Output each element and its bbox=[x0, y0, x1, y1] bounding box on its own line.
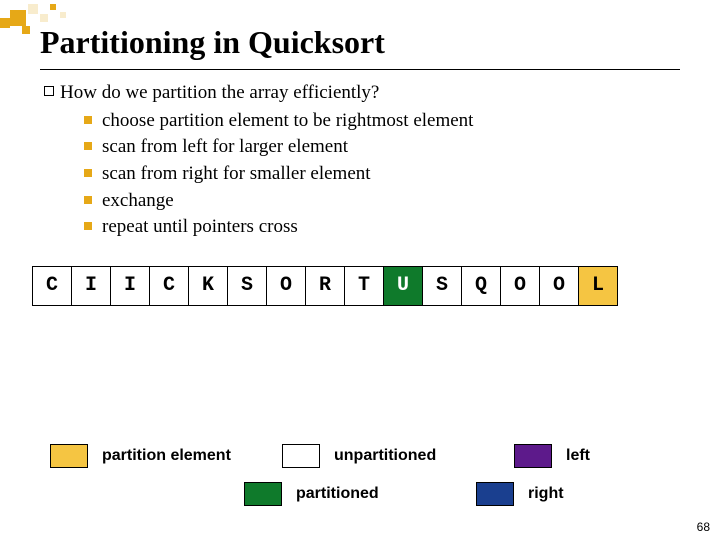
list-item: choose partition element to be rightmost… bbox=[84, 108, 680, 134]
list-item: exchange bbox=[84, 188, 680, 214]
legend-label: right bbox=[528, 485, 708, 503]
step-text: exchange bbox=[102, 188, 174, 214]
step-text: scan from left for larger element bbox=[102, 134, 348, 160]
array-cell: C bbox=[32, 266, 72, 306]
step-text: choose partition element to be rightmost… bbox=[102, 108, 473, 134]
array-cell: C bbox=[149, 266, 189, 306]
filled-square-bullet-icon bbox=[84, 196, 92, 204]
array-cell: Q bbox=[461, 266, 501, 306]
filled-square-bullet-icon bbox=[84, 116, 92, 124]
filled-square-bullet-icon bbox=[84, 222, 92, 230]
array-visualization: CIICKSORTUSQOOL bbox=[32, 266, 720, 306]
steps-list: choose partition element to be rightmost… bbox=[44, 108, 680, 240]
legend-label: partition element bbox=[102, 447, 282, 465]
array-cell: K bbox=[188, 266, 228, 306]
content-block: How do we partition the array efficientl… bbox=[0, 70, 720, 240]
page-number: 68 bbox=[697, 520, 710, 534]
list-item: repeat until pointers cross bbox=[84, 214, 680, 240]
array-cell: S bbox=[227, 266, 267, 306]
list-item: scan from left for larger element bbox=[84, 134, 680, 160]
array-cell: S bbox=[422, 266, 462, 306]
question-text: How do we partition the array efficientl… bbox=[60, 80, 379, 106]
array-cell: O bbox=[500, 266, 540, 306]
array-cell: L bbox=[578, 266, 618, 306]
swatch-unpartitioned bbox=[282, 444, 320, 468]
array-cell: I bbox=[71, 266, 111, 306]
legend-row: partitioned right bbox=[50, 482, 690, 506]
legend-label: partitioned bbox=[296, 485, 476, 503]
array-cell: T bbox=[344, 266, 384, 306]
swatch-partition-element bbox=[50, 444, 88, 468]
legend-row: partition element unpartitioned left bbox=[50, 444, 690, 468]
list-item: scan from right for smaller element bbox=[84, 161, 680, 187]
swatch-left bbox=[514, 444, 552, 468]
swatch-right bbox=[476, 482, 514, 506]
array-cell: I bbox=[110, 266, 150, 306]
array-cell: R bbox=[305, 266, 345, 306]
legend: partition element unpartitioned left par… bbox=[50, 444, 690, 520]
array-cell: O bbox=[266, 266, 306, 306]
step-text: scan from right for smaller element bbox=[102, 161, 371, 187]
legend-label: unpartitioned bbox=[334, 447, 514, 465]
filled-square-bullet-icon bbox=[84, 142, 92, 150]
step-text: repeat until pointers cross bbox=[102, 214, 298, 240]
hollow-square-bullet-icon bbox=[44, 86, 54, 96]
corner-decoration bbox=[0, 0, 120, 50]
filled-square-bullet-icon bbox=[84, 169, 92, 177]
legend-label: left bbox=[566, 447, 720, 465]
array-cell: O bbox=[539, 266, 579, 306]
question-line: How do we partition the array efficientl… bbox=[44, 80, 680, 106]
swatch-partitioned bbox=[244, 482, 282, 506]
array-cell: U bbox=[383, 266, 423, 306]
